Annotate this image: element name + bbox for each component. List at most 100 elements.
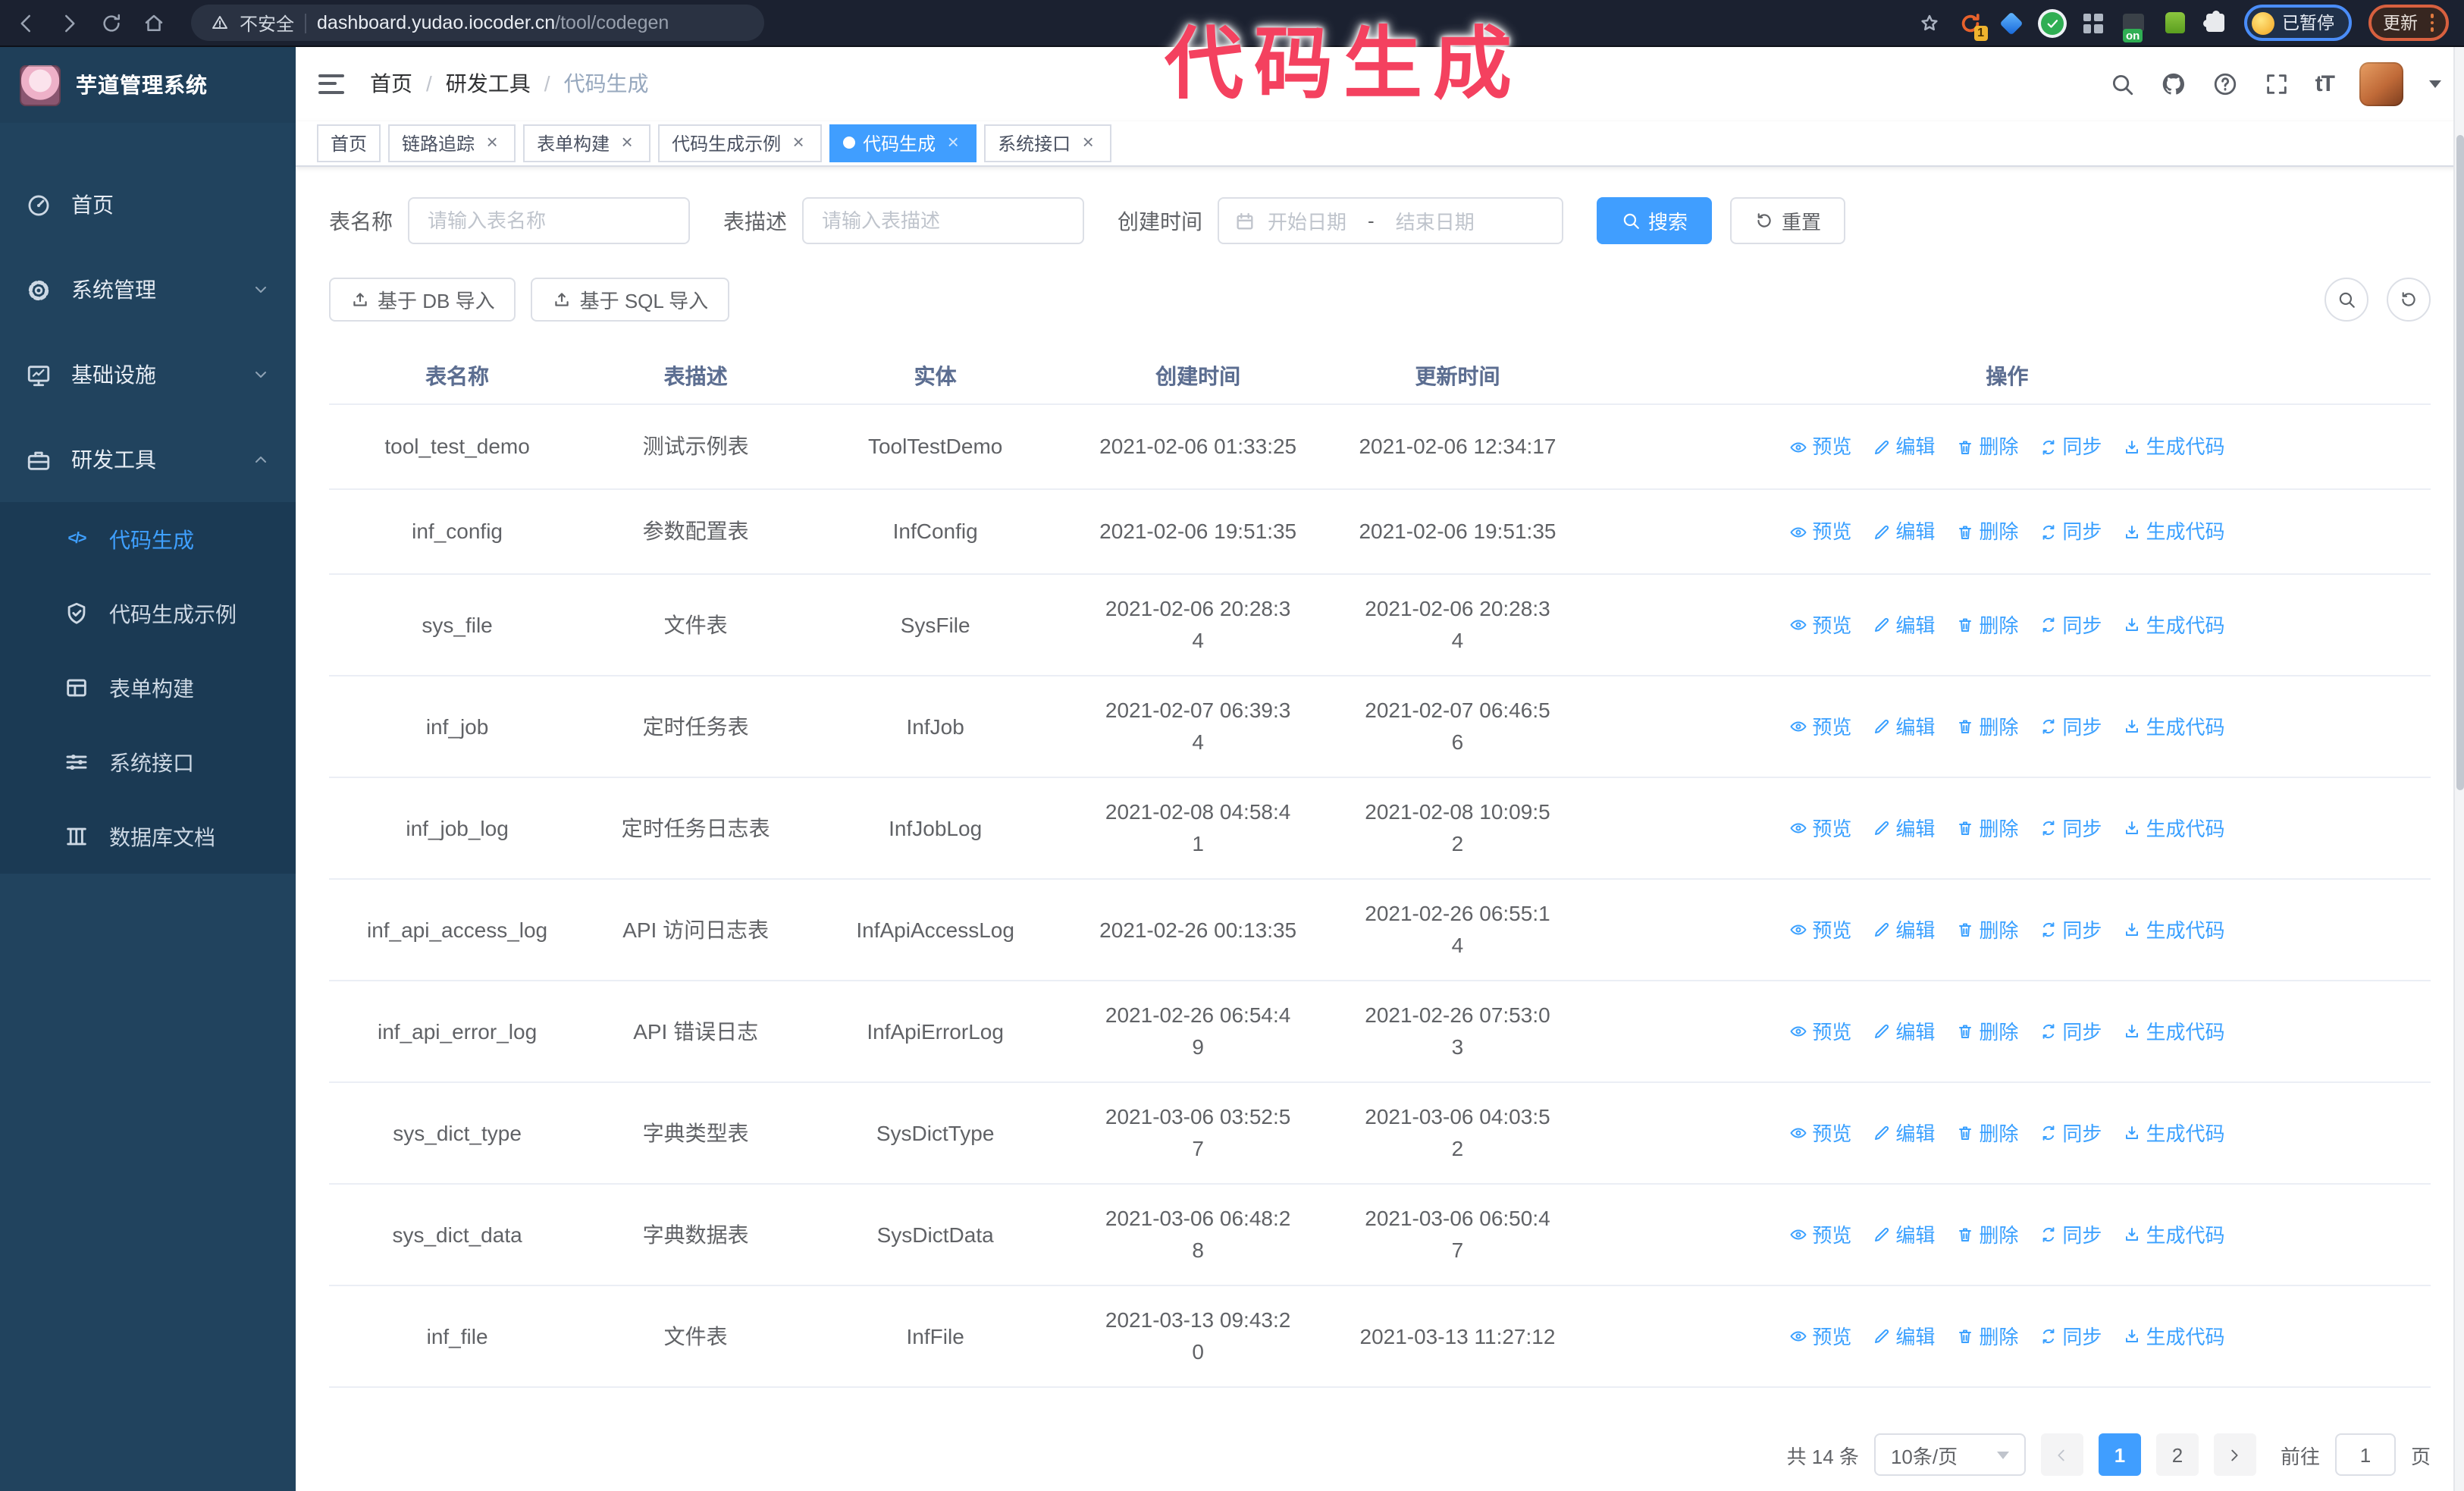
action-preview[interactable]: 预览 [1789,1117,1851,1149]
action-preview[interactable]: 预览 [1789,1219,1851,1251]
sidebar-subitem[interactable]: 系统接口 [0,725,296,799]
close-icon[interactable]: × [1078,133,1098,152]
action-sync[interactable]: 同步 [2039,1015,2102,1047]
action-preview[interactable]: 预览 [1789,431,1851,463]
back-icon[interactable] [15,11,38,34]
goto-page-input[interactable] [2334,1433,2396,1476]
action-edit[interactable]: 编辑 [1873,711,1935,742]
action-sync[interactable]: 同步 [2039,914,2102,946]
home-icon[interactable] [143,11,165,34]
action-edit[interactable]: 编辑 [1873,1117,1935,1149]
sidebar-subitem[interactable]: </> 代码生成 [0,502,296,576]
close-icon[interactable]: × [788,133,808,152]
action-generate[interactable]: 生成代码 [2123,431,2224,463]
action-sync[interactable]: 同步 [2039,431,2102,463]
search-button[interactable]: 搜索 [1597,197,1713,244]
action-generate[interactable]: 生成代码 [2123,711,2224,742]
tab-表单构建[interactable]: 表单构建 × [523,124,651,162]
help-icon[interactable] [2212,71,2238,97]
bookmark-star-icon[interactable] [1918,11,1941,34]
action-edit[interactable]: 编辑 [1873,1320,1935,1352]
action-sync[interactable]: 同步 [2039,1320,2102,1352]
action-preview[interactable]: 预览 [1789,609,1851,641]
close-icon[interactable]: × [943,133,963,152]
refresh-table-button[interactable] [2387,278,2431,322]
extension-check-icon[interactable] [2039,11,2064,35]
action-delete[interactable]: 删除 [1956,711,2018,742]
app-logo-row[interactable]: 芋道管理系统 [0,47,296,123]
action-preview[interactable]: 预览 [1789,711,1851,742]
extension-proxy-icon[interactable]: on [2121,11,2146,42]
url-text[interactable]: dashboard.yudao.iocoder.cn/tool/codegen [317,12,669,33]
action-edit[interactable]: 编辑 [1873,1219,1935,1251]
action-preview[interactable]: 预览 [1789,1320,1851,1352]
action-sync[interactable]: 同步 [2039,711,2102,742]
font-size-icon[interactable]: tT [2315,71,2335,97]
action-delete[interactable]: 删除 [1956,914,2018,946]
action-preview[interactable]: 预览 [1789,914,1851,946]
action-preview[interactable]: 预览 [1789,1015,1851,1047]
sidebar-item[interactable]: 研发工具 [0,417,296,502]
page-size-select[interactable]: 10条/页 [1873,1433,2026,1476]
action-delete[interactable]: 删除 [1956,609,2018,641]
sidebar-subitem[interactable]: 代码生成示例 [0,576,296,651]
avatar[interactable] [2359,61,2403,106]
close-icon[interactable]: × [482,133,502,152]
import-db-button[interactable]: 基于 DB 导入 [329,278,516,322]
table-name-input[interactable] [408,197,690,244]
toggle-search-button[interactable] [2324,278,2368,322]
address-bar[interactable]: 不安全 dashboard.yudao.iocoder.cn/tool/code… [191,5,764,41]
tab-代码生成[interactable]: 代码生成 × [829,124,977,162]
action-sync[interactable]: 同步 [2039,812,2102,844]
prev-page-button[interactable] [2040,1433,2083,1476]
extension-grid-icon[interactable] [2080,11,2105,35]
close-icon[interactable]: × [617,133,637,152]
fullscreen-icon[interactable] [2264,71,2290,97]
action-generate[interactable]: 生成代码 [2123,812,2224,844]
sidebar-subitem[interactable]: 数据库文档 [0,799,296,874]
github-icon[interactable] [2161,71,2187,97]
page-scrollbar[interactable] [2453,47,2464,1491]
action-generate[interactable]: 生成代码 [2123,1117,2224,1149]
sidebar-item[interactable]: 系统管理 [0,247,296,332]
tab-首页[interactable]: 首页 [317,124,381,162]
sidebar-item[interactable]: 首页 [0,162,296,247]
breadcrumb-item[interactable]: 首页 [370,69,412,99]
action-edit[interactable]: 编辑 [1873,431,1935,463]
action-delete[interactable]: 删除 [1956,431,2018,463]
security-label[interactable]: 不安全 [240,10,294,36]
action-edit[interactable]: 编辑 [1873,812,1935,844]
action-generate[interactable]: 生成代码 [2123,1015,2224,1047]
action-edit[interactable]: 编辑 [1873,914,1935,946]
search-icon[interactable] [2109,71,2135,97]
action-delete[interactable]: 删除 [1956,1015,2018,1047]
action-sync[interactable]: 同步 [2039,609,2102,641]
reset-button[interactable]: 重置 [1730,197,1846,244]
tab-系统接口[interactable]: 系统接口 × [984,124,1112,162]
extension-robot-icon[interactable] [2162,11,2187,35]
action-generate[interactable]: 生成代码 [2123,609,2224,641]
action-generate[interactable]: 生成代码 [2123,516,2224,548]
action-sync[interactable]: 同步 [2039,1117,2102,1149]
tab-链路追踪[interactable]: 链路追踪 × [388,124,516,162]
action-generate[interactable]: 生成代码 [2123,914,2224,946]
table-desc-input[interactable] [802,197,1084,244]
action-delete[interactable]: 删除 [1956,1219,2018,1251]
action-delete[interactable]: 删除 [1956,516,2018,548]
page-button-1[interactable]: 1 [2098,1433,2141,1476]
action-preview[interactable]: 预览 [1789,812,1851,844]
action-generate[interactable]: 生成代码 [2123,1219,2224,1251]
action-delete[interactable]: 删除 [1956,1117,2018,1149]
reload-icon[interactable] [100,11,123,34]
extension-gem-icon[interactable] [1998,11,2023,35]
paused-extension-pill[interactable]: 已暂停 [2244,5,2351,41]
action-edit[interactable]: 编辑 [1873,609,1935,641]
action-generate[interactable]: 生成代码 [2123,1320,2224,1352]
extension-rss-icon[interactable]: 1 [1958,11,1988,41]
forward-icon[interactable] [58,11,80,34]
import-sql-button[interactable]: 基于 SQL 导入 [531,278,730,322]
date-range-picker[interactable]: 开始日期 - 结束日期 [1218,197,1563,244]
sidebar-subitem[interactable]: 表单构建 [0,651,296,725]
sidebar-item[interactable]: 基础设施 [0,332,296,417]
action-edit[interactable]: 编辑 [1873,1015,1935,1047]
